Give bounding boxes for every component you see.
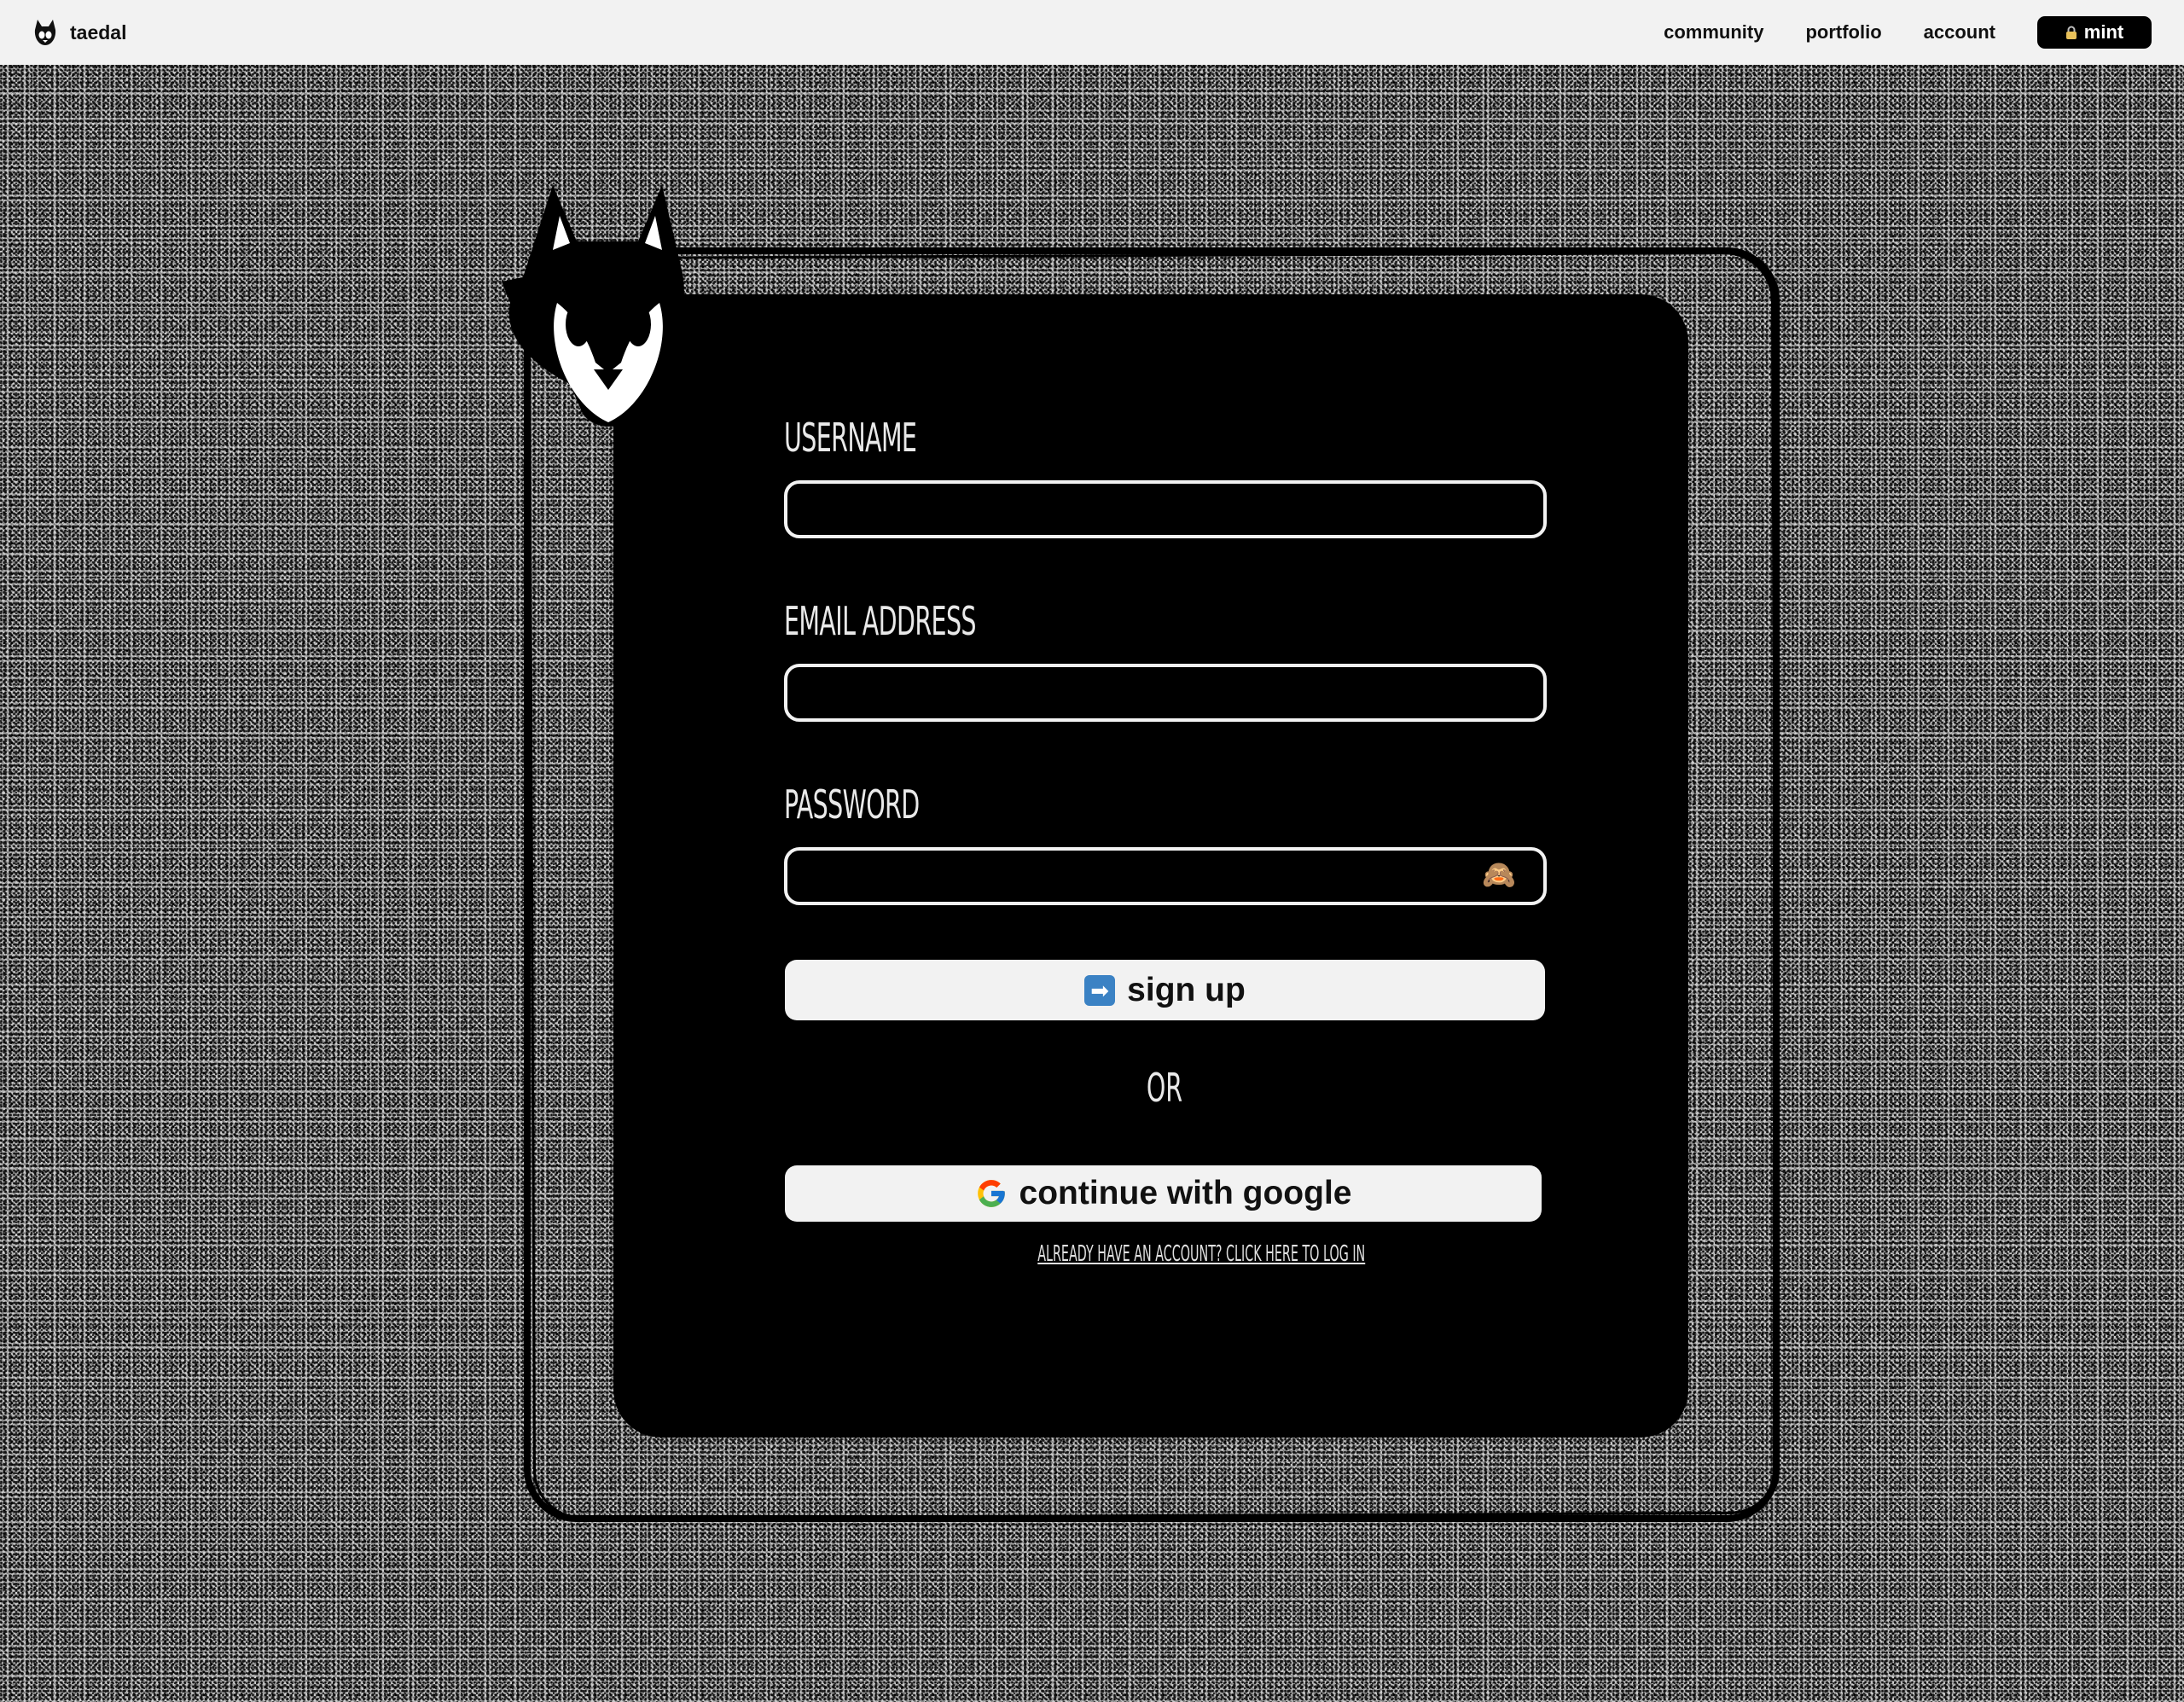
login-link[interactable]: ALREADY HAVE AN ACCOUNT? CLICK HERE TO L… [1037, 1241, 1365, 1267]
or-divider: OR [1146, 1065, 1183, 1111]
lock-icon [2065, 26, 2077, 39]
see-no-evil-monkey-icon[interactable]: 🙈 [1482, 858, 1516, 891]
nav-links: community portfolio account mint [1622, 16, 2152, 49]
email-label: EMAIL ADDRESS [784, 598, 977, 644]
nav-link-community[interactable]: community [1664, 21, 1763, 44]
top-nav-bar: taedal community portfolio account mint [0, 0, 2184, 65]
nav-link-account[interactable]: account [1924, 21, 1995, 44]
mint-label: mint [2083, 21, 2124, 43]
password-label: PASSWORD [784, 781, 920, 828]
mint-button[interactable]: mint [2037, 16, 2152, 49]
fox-logo-icon [34, 20, 56, 45]
right-arrow-icon: ➡ [1084, 974, 1116, 1006]
email-input[interactable] [784, 664, 1547, 722]
username-label: USERNAME [784, 415, 917, 461]
password-input[interactable] [784, 847, 1547, 905]
fox-mascot-icon [502, 185, 684, 427]
continue-with-google-button[interactable]: continue with google [785, 1165, 1542, 1222]
username-input[interactable] [784, 480, 1547, 538]
brand-link[interactable]: taedal [32, 18, 126, 47]
sign-up-button[interactable]: ➡ sign up [785, 960, 1545, 1020]
sign-up-label: sign up [1127, 971, 1246, 1008]
nav-link-portfolio[interactable]: portfolio [1805, 21, 1881, 44]
brand-name: taedal [70, 20, 127, 44]
google-g-icon [977, 1180, 1005, 1207]
continue-with-google-label: continue with google [1019, 1175, 1352, 1211]
